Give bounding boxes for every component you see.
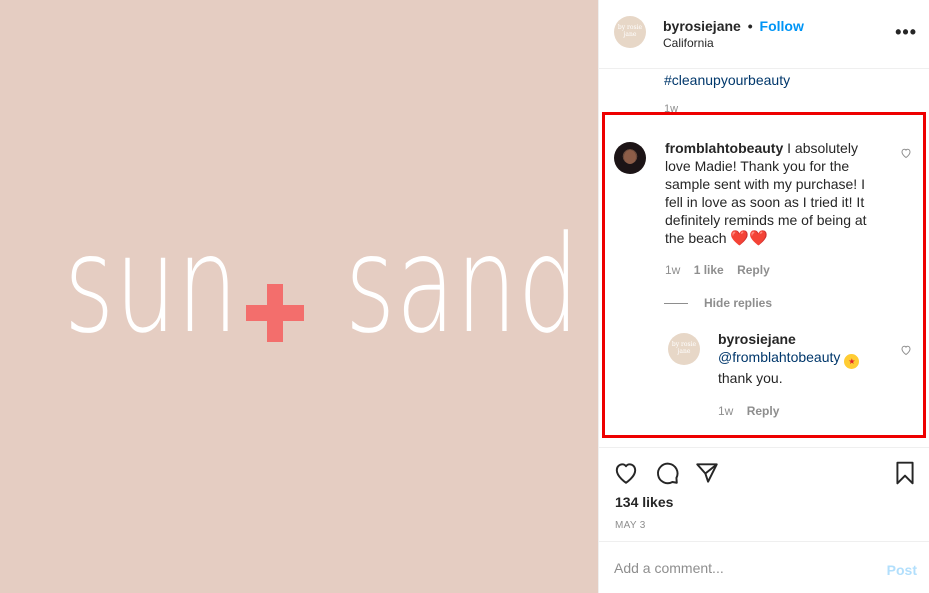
post-actions: 134 likes MAY 3 <box>599 447 929 541</box>
media-plus-graphic <box>246 284 304 342</box>
author-username[interactable]: byrosiejane <box>663 18 741 34</box>
save-bookmark-icon[interactable] <box>892 460 918 486</box>
post-header: by rosie jane byrosiejane • Follow Calif… <box>599 0 929 69</box>
likes-count[interactable]: 134 likes <box>615 494 673 510</box>
post-date[interactable]: MAY 3 <box>615 520 646 531</box>
comment-bubble-icon[interactable] <box>654 460 680 486</box>
add-comment-input[interactable] <box>614 560 874 576</box>
comments-scroll-area[interactable]: #cleanupyourbeauty 1w fromblahtobeauty I… <box>599 69 929 446</box>
post-location[interactable]: California <box>663 36 714 50</box>
post-media: sun sand <box>0 0 598 593</box>
separator-dot: • <box>747 18 753 34</box>
more-options-icon[interactable]: ••• <box>895 22 917 43</box>
author-line: byrosiejane • Follow <box>663 18 804 34</box>
follow-button[interactable]: Follow <box>760 18 804 34</box>
highlight-box <box>602 112 926 438</box>
like-heart-icon[interactable] <box>613 460 639 486</box>
add-comment-bar: Post <box>599 541 929 593</box>
post-comment-button[interactable]: Post <box>887 562 917 578</box>
media-word-sun: sun <box>64 207 239 363</box>
post-side-panel: by rosie jane byrosiejane • Follow Calif… <box>598 0 929 593</box>
share-paper-plane-icon[interactable] <box>694 460 720 486</box>
caption-hashtag[interactable]: #cleanupyourbeauty <box>664 72 790 88</box>
author-avatar[interactable]: by rosie jane <box>614 16 646 48</box>
media-word-sand: sand <box>345 207 580 363</box>
